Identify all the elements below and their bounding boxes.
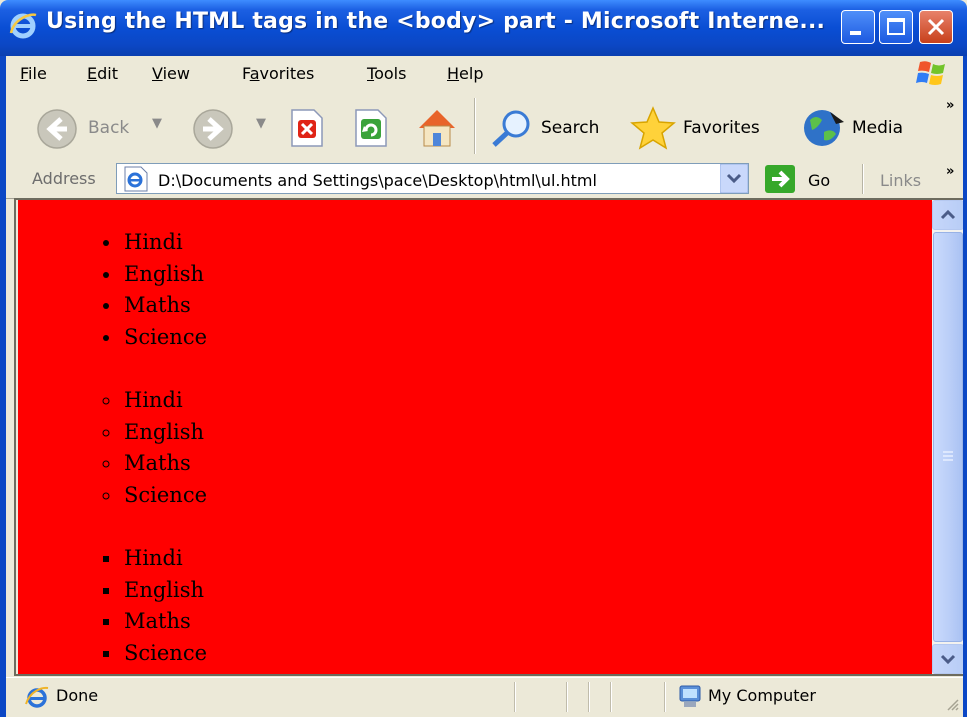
back-button-label[interactable]: Back — [88, 118, 129, 138]
links-button[interactable]: Links — [880, 171, 921, 190]
title-bar[interactable]: Using the HTML tags in the <body> part -… — [0, 0, 967, 56]
links-separator — [862, 164, 863, 194]
menu-view[interactable]: View — [152, 64, 190, 83]
media-icon[interactable] — [800, 106, 848, 150]
status-divider — [664, 682, 665, 712]
menu-help[interactable]: Help — [447, 64, 483, 83]
list-item: Hindi — [122, 543, 932, 575]
search-icon[interactable] — [488, 108, 536, 148]
vertical-scrollbar[interactable] — [932, 200, 964, 674]
list-item: English — [122, 575, 932, 607]
chevron-down-icon — [940, 654, 956, 665]
status-divider — [588, 682, 589, 712]
status-divider — [610, 682, 611, 712]
window-title: Using the HTML tags in the <body> part -… — [46, 9, 826, 34]
page-done-icon — [25, 686, 49, 708]
maximize-button[interactable] — [879, 10, 913, 44]
close-icon — [927, 18, 945, 36]
security-zone-label: My Computer — [708, 686, 816, 705]
go-icon[interactable] — [764, 164, 798, 194]
refresh-icon[interactable] — [352, 108, 390, 148]
disc-list: Hindi English Maths Science — [18, 227, 932, 353]
home-icon[interactable] — [413, 104, 461, 150]
square-list: Hindi English Maths Science — [18, 543, 932, 669]
minimize-icon — [850, 31, 861, 35]
maximize-icon — [887, 18, 905, 35]
circle-list: Hindi English Maths Science — [18, 385, 932, 511]
window-frame-right — [963, 56, 967, 717]
search-button-label[interactable]: Search — [541, 118, 599, 138]
toolbar-separator — [474, 98, 475, 154]
windows-logo-icon — [916, 61, 945, 85]
scroll-up-button[interactable] — [932, 200, 964, 230]
forward-dropdown-icon[interactable]: ▼ — [256, 116, 266, 131]
list-item: Science — [122, 638, 932, 670]
ie-icon — [9, 13, 37, 39]
list-item: Science — [122, 322, 932, 354]
address-url[interactable]: D:\Documents and Settings\pace\Desktop\h… — [158, 171, 597, 190]
list-item: English — [122, 259, 932, 291]
status-divider — [514, 682, 515, 712]
status-text: Done — [56, 686, 99, 705]
page-icon — [124, 166, 148, 192]
list-item: Maths — [122, 606, 932, 638]
list-item: Maths — [122, 290, 932, 322]
links-chevron-icon[interactable]: » — [946, 164, 954, 179]
menu-tools[interactable]: Tools — [367, 64, 406, 83]
status-divider — [566, 682, 567, 712]
menu-favorites[interactable]: Favorites — [242, 64, 314, 83]
list-item: Maths — [122, 448, 932, 480]
address-label: Address — [32, 169, 96, 188]
list-item: English — [122, 417, 932, 449]
menu-edit[interactable]: Edit — [87, 64, 118, 83]
list-item: Hindi — [122, 385, 932, 417]
minimize-button[interactable] — [841, 10, 875, 44]
stop-icon[interactable] — [288, 108, 326, 148]
back-icon[interactable] — [35, 107, 79, 151]
page-content: Hindi English Maths Science Hindi Englis… — [18, 200, 932, 674]
menu-file[interactable]: File — [20, 64, 47, 83]
back-dropdown-icon[interactable]: ▼ — [152, 116, 162, 131]
favorites-button-label[interactable]: Favorites — [683, 118, 760, 138]
forward-icon[interactable] — [191, 107, 235, 151]
scroll-down-button[interactable] — [932, 644, 964, 674]
menu-bar: File Edit View Favorites Tools Help — [0, 56, 967, 91]
go-button-label[interactable]: Go — [808, 171, 830, 190]
toolbar-chevron-icon[interactable]: » — [946, 98, 954, 113]
window-frame-left — [0, 56, 6, 717]
list-item: Science — [122, 480, 932, 512]
list-item: Hindi — [122, 227, 932, 259]
grip-lines-icon — [943, 451, 953, 461]
media-button-label[interactable]: Media — [852, 118, 903, 138]
chevron-up-icon — [940, 209, 956, 220]
browser-window: Using the HTML tags in the <body> part -… — [0, 0, 967, 717]
address-dropdown-icon[interactable] — [720, 164, 748, 193]
close-button[interactable] — [919, 10, 953, 44]
scroll-thumb[interactable] — [933, 232, 963, 642]
my-computer-icon — [679, 685, 701, 707]
status-bar — [6, 677, 963, 717]
resize-grip-icon[interactable] — [944, 696, 960, 712]
favorites-star-icon[interactable] — [630, 106, 676, 150]
